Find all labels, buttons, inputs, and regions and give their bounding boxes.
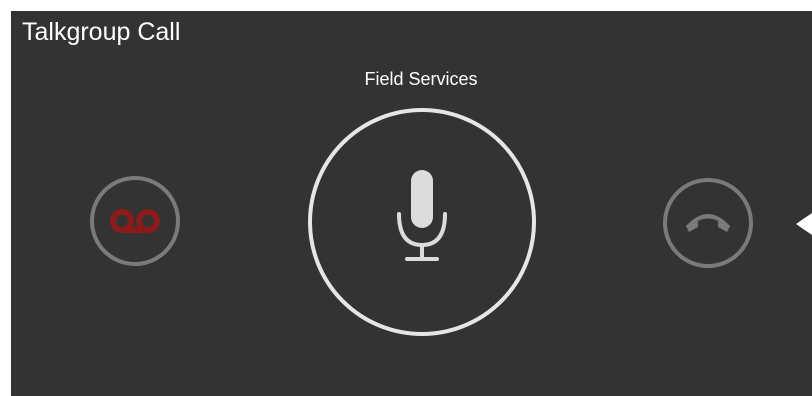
voicemail-icon [90,176,180,266]
talkgroup-call-panel: Talkgroup Call Field Services [11,11,812,396]
push-to-talk-button[interactable] [307,107,537,337]
voicemail-button[interactable] [88,174,182,268]
panel-pointer-arrow [796,213,812,235]
talkgroup-name: Field Services [364,69,478,89]
hang-up-button[interactable] [661,176,755,270]
microphone-icon [308,108,536,336]
panel-title: Talkgroup Call [22,18,181,46]
hang-up-phone-icon [663,178,753,268]
page-frame: Talkgroup Call Field Services [0,0,812,396]
